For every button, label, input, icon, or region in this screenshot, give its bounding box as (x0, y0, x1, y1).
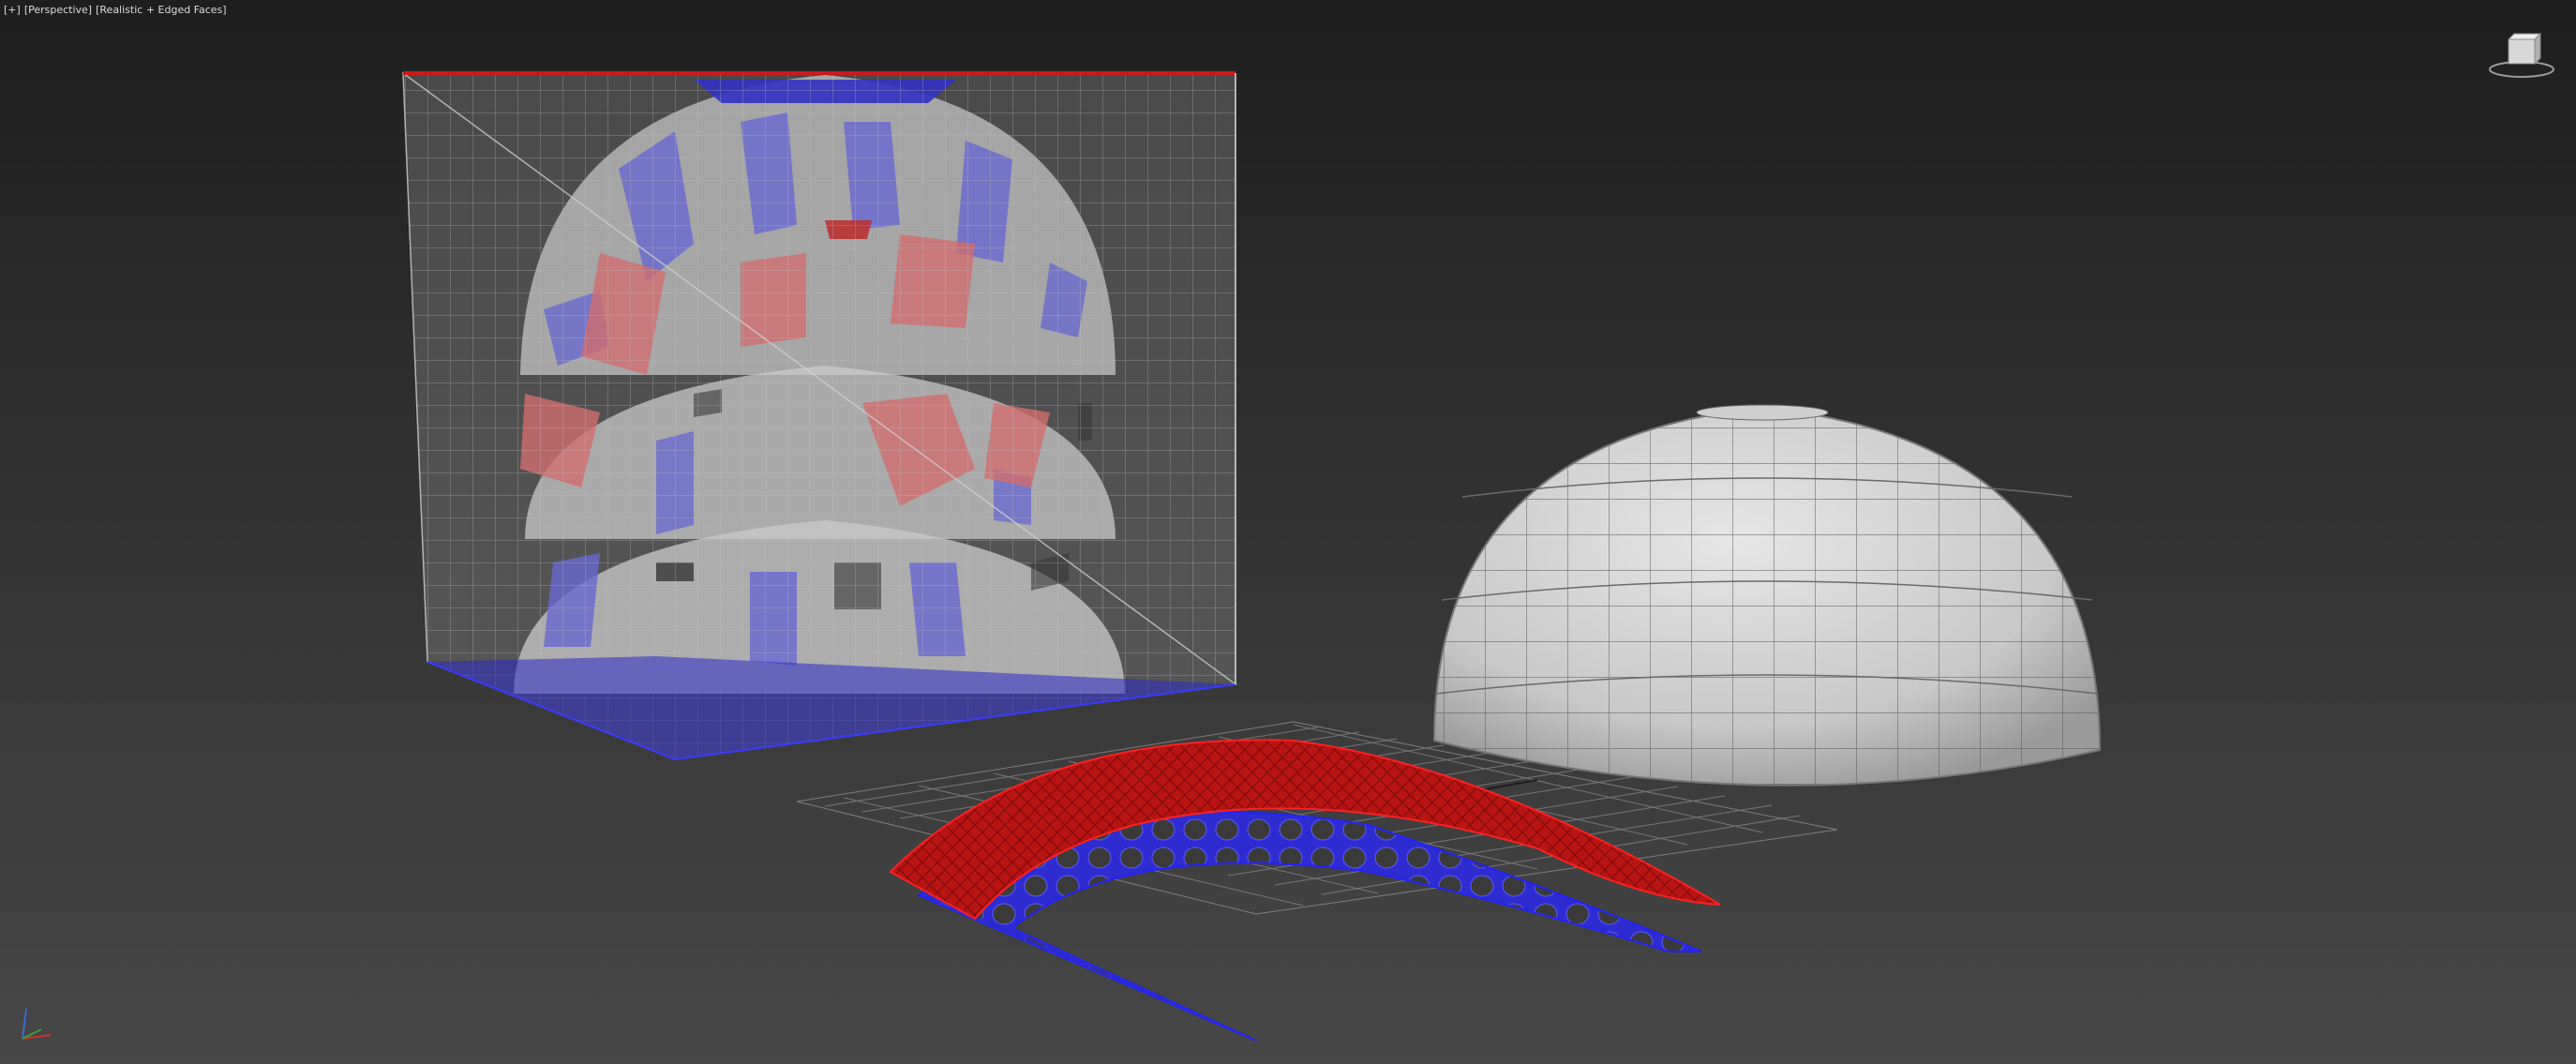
perspective-viewport[interactable]: [+] [Perspective] [Realistic + Edged Fac… (0, 0, 2576, 1064)
transparent-box[interactable] (402, 71, 1237, 761)
axis-tripod-icon (22, 1008, 52, 1040)
solid-dome[interactable] (1432, 404, 2102, 787)
viewcube-icon[interactable] (2484, 28, 2559, 84)
scene-canvas[interactable] (0, 0, 2576, 1064)
